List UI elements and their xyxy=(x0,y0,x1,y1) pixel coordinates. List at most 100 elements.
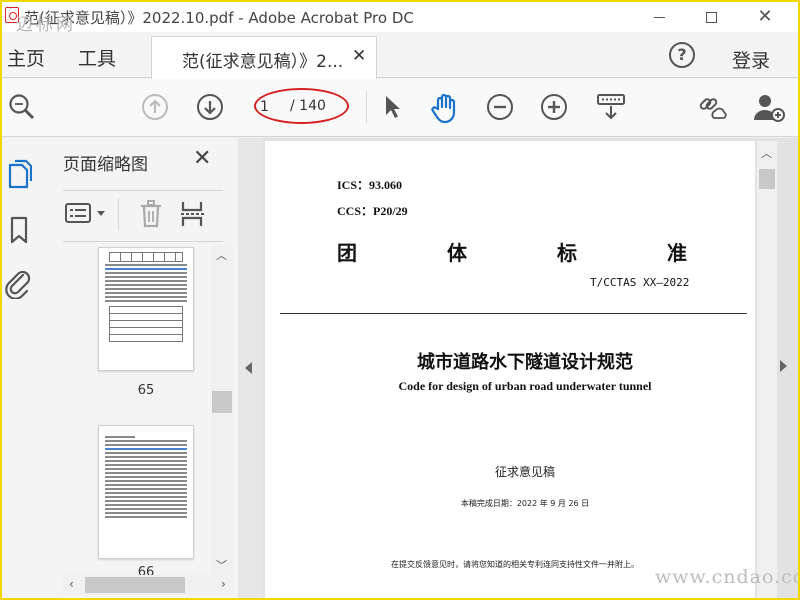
thumbnail-text-line xyxy=(105,280,187,282)
thumbnail-vertical-scrollbar[interactable]: ︿ ﹀ xyxy=(211,245,233,575)
thumbnail-text-line xyxy=(105,452,187,454)
scroll-up-icon[interactable]: ︿ xyxy=(216,247,227,263)
scrollbar-thumb[interactable] xyxy=(212,391,232,413)
document-title-en: Code for design of urban road underwater… xyxy=(398,379,652,393)
thumbnail-text-line xyxy=(105,456,187,458)
zoom-out-icon[interactable] xyxy=(485,92,515,122)
minimize-button[interactable] xyxy=(636,2,682,32)
thumbnail-horizontal-scrollbar[interactable]: ‹ › xyxy=(63,575,233,595)
title-bar: 范(征求意见稿）》2022.10.pdf - Adobe Acrobat Pro… xyxy=(2,2,798,35)
document-tab-label: 范(征求意见稿）》2... xyxy=(182,52,344,72)
minimize-icon xyxy=(653,16,665,18)
thumbnail-text-line xyxy=(105,492,187,494)
watermark-bottom: www.cndao.com xyxy=(655,566,800,588)
pane-divider xyxy=(63,190,223,191)
expand-right-pane-icon[interactable] xyxy=(780,360,787,372)
scroll-left-icon[interactable]: ‹ xyxy=(69,577,74,591)
document-title-cn: 城市道路水下隧道设计规范 xyxy=(417,352,633,373)
thumbnail-text-line xyxy=(105,460,187,462)
thumbnail-text-line xyxy=(105,476,187,478)
keyboard-scroll-icon[interactable] xyxy=(594,91,628,123)
delete-page-icon[interactable] xyxy=(136,198,166,230)
thumbnail-text-line xyxy=(105,264,187,266)
standard-type-heading: 团 体 标 准 xyxy=(337,237,687,266)
next-page-icon[interactable] xyxy=(195,92,225,122)
ics-code: ICS：93.060 xyxy=(337,178,403,192)
standard-type-char: 体 xyxy=(447,241,467,265)
thumbnail-text-line xyxy=(105,296,187,298)
scrollbar-thumb[interactable] xyxy=(85,577,185,593)
thumbnail-text-line xyxy=(105,284,187,286)
page-thumbnail-65[interactable] xyxy=(98,247,194,371)
toolbar: / 140 xyxy=(2,79,798,137)
standard-number: T/CCTAS XX—2022 xyxy=(590,276,690,289)
thumbnail-options-button[interactable] xyxy=(64,200,108,228)
thumbnail-text-line xyxy=(105,468,187,470)
document-vertical-scrollbar[interactable]: ︿ xyxy=(757,141,777,598)
page-number-highlight xyxy=(254,88,349,124)
scroll-up-icon[interactable]: ︿ xyxy=(761,145,772,161)
thumbnail-text-line xyxy=(105,516,187,518)
thumbnails-pane-title: 页面缩略图 xyxy=(63,155,148,175)
zoom-in-icon[interactable] xyxy=(539,92,569,122)
standard-type-char: 准 xyxy=(667,241,687,265)
pane-tool-separator xyxy=(118,198,119,230)
share-link-icon[interactable] xyxy=(696,91,730,123)
document-view[interactable]: ICS：93.060 CCS：P20/29 团 体 标 准 T/CCTAS XX… xyxy=(262,138,798,598)
pane-splitter[interactable] xyxy=(238,138,262,598)
document-tab[interactable]: 范(征求意见稿）》2... ✕ xyxy=(151,36,377,79)
zoom-search-icon[interactable] xyxy=(6,91,38,123)
draft-label: 征求意见稿 xyxy=(494,465,555,479)
thumbnail-text-line xyxy=(105,512,187,514)
thumbnail-text-line xyxy=(105,484,187,486)
close-window-button[interactable]: ✕ xyxy=(742,2,788,32)
add-user-icon[interactable] xyxy=(752,91,786,123)
window-title: 范(征求意见稿）》2022.10.pdf - Adobe Acrobat Pro… xyxy=(24,9,414,27)
page-thumbnails-icon[interactable] xyxy=(4,156,34,190)
tab-close-icon[interactable]: ✕ xyxy=(352,46,366,66)
hand-tool-icon[interactable] xyxy=(428,91,462,125)
completion-date: 本稿完成日期：2022 年 9 月 26 日 xyxy=(460,499,590,508)
thumbnail-text-line xyxy=(105,448,187,450)
pane-close-icon[interactable]: ✕ xyxy=(193,146,211,171)
pane-divider xyxy=(63,241,223,242)
scrollbar-thumb[interactable] xyxy=(759,169,775,189)
menu-tools[interactable]: 工具 xyxy=(78,44,116,71)
bookmark-icon[interactable] xyxy=(6,214,32,246)
thumbnail-page-number: 66 xyxy=(137,565,155,575)
toolbar-separator xyxy=(366,91,367,123)
maximize-icon xyxy=(705,11,717,23)
pdf-page: ICS：93.060 CCS：P20/29 团 体 标 准 T/CCTAS XX… xyxy=(265,141,755,598)
previous-page-icon[interactable] xyxy=(140,92,170,122)
menu-home[interactable]: 主页 xyxy=(7,44,45,71)
page-thumbnail-66[interactable] xyxy=(98,425,194,559)
select-cursor-icon[interactable] xyxy=(380,93,406,121)
attachment-icon[interactable] xyxy=(4,268,34,300)
collapse-pane-icon[interactable] xyxy=(245,362,252,374)
left-rail xyxy=(2,138,46,598)
help-icon[interactable]: ? xyxy=(669,42,695,68)
scroll-down-icon[interactable]: ﹀ xyxy=(216,557,227,573)
thumbnail-list[interactable]: 65 66 xyxy=(63,245,233,575)
thumbnail-table xyxy=(109,252,183,262)
thumbnail-text-line xyxy=(105,292,187,294)
standard-type-char: 标 xyxy=(557,241,577,265)
thumbnail-text-line xyxy=(105,276,187,278)
close-icon: ✕ xyxy=(757,6,773,27)
maximize-button[interactable] xyxy=(688,2,734,32)
thumbnail-text-line xyxy=(105,444,187,446)
thumbnail-text-line xyxy=(105,272,187,274)
split-page-icon[interactable] xyxy=(178,198,208,230)
thumbnail-text-line xyxy=(105,496,187,498)
header-rule xyxy=(280,313,747,314)
thumbnail-text-line xyxy=(105,500,187,502)
thumbnail-text-line xyxy=(105,300,187,302)
thumbnail-text-line xyxy=(105,436,135,438)
thumbnail-text-line xyxy=(105,268,187,270)
thumbnail-text-line xyxy=(105,472,187,474)
scroll-right-icon[interactable]: › xyxy=(221,577,226,591)
thumbnails-pane: 页面缩略图 ✕ 65 66 ︿ ﹀ ‹ › xyxy=(38,138,238,598)
thumbnail-text-line xyxy=(105,464,187,466)
thumbnail-text-line xyxy=(105,480,187,482)
login-button[interactable]: 登录 xyxy=(732,46,770,73)
